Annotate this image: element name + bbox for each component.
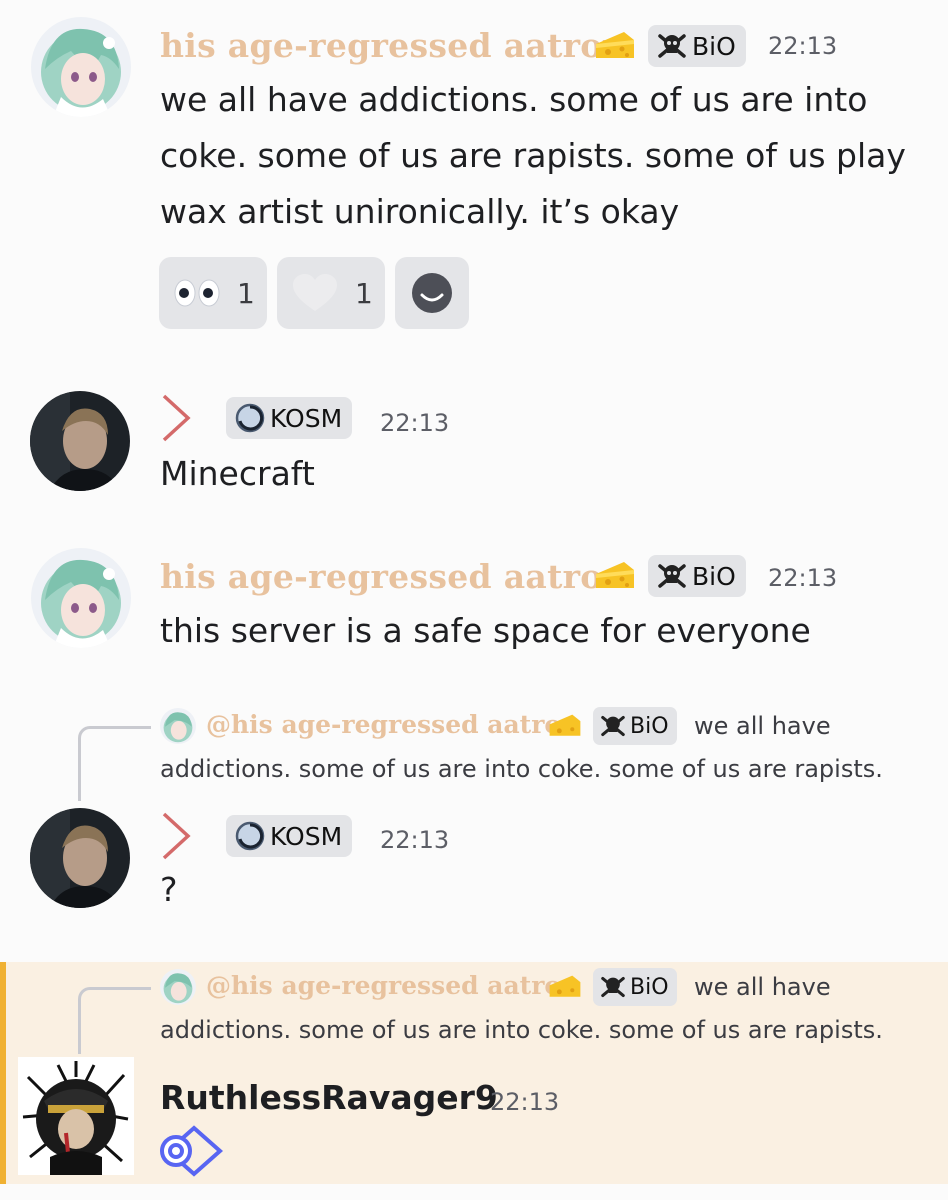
avatar[interactable]: [30, 808, 130, 908]
cheese-icon: [594, 560, 636, 592]
cheese-icon: [548, 713, 582, 739]
reply-preview-text[interactable]: we all have: [694, 966, 831, 1008]
role-badge[interactable]: KOSM: [226, 397, 353, 439]
role-badge[interactable]: BiO: [648, 25, 746, 67]
reply-connector: [78, 987, 151, 1054]
message-text: ?: [160, 870, 178, 909]
skull-icon: [601, 715, 625, 737]
reply-author[interactable]: @his age-regressed aatrox: [206, 971, 576, 1000]
mention-highlight-bar: [0, 962, 6, 1184]
reaction-count: 1: [237, 276, 255, 310]
eyes-emoji-icon: [174, 279, 220, 307]
reaction-eyes[interactable]: 1: [159, 257, 267, 329]
message-text: we all have addictions. some of us are i…: [160, 80, 906, 231]
message-timestamp: 22:13: [768, 564, 838, 592]
avatar[interactable]: [30, 391, 130, 491]
message-text: Minecraft: [160, 454, 315, 493]
reaction-count: 1: [355, 276, 373, 310]
avatar[interactable]: [31, 548, 131, 648]
skull-icon: [601, 976, 625, 998]
reply-preview-text[interactable]: addictions. some of us are into coke. so…: [160, 748, 883, 790]
role-badge[interactable]: KOSM: [226, 815, 353, 857]
smiley-add-reaction-icon: [412, 273, 452, 313]
skull-icon: [658, 564, 686, 588]
message-text: this server is a safe space for everyone: [160, 611, 811, 650]
message-timestamp: 22:13: [380, 409, 450, 437]
skull-icon: [658, 34, 686, 58]
message-author[interactable]: RuthlessRavager9: [160, 1078, 498, 1117]
circle-sigil-icon: [235, 403, 265, 433]
message-author[interactable]: his age-regressed aatrox: [160, 26, 623, 65]
heart-emoji-icon: [293, 274, 337, 311]
chevron-right-icon: [162, 394, 191, 442]
message-timestamp: 22:13: [768, 32, 838, 60]
chevron-right-icon: [162, 812, 191, 860]
reaction-heart[interactable]: 1: [277, 257, 385, 329]
role-badge[interactable]: BiO: [593, 968, 677, 1006]
avatar[interactable]: [31, 17, 131, 117]
reply-author[interactable]: @his age-regressed aatrox: [206, 710, 576, 739]
reply-avatar[interactable]: [160, 969, 196, 1005]
reply-preview-text[interactable]: addictions. some of us are into coke. so…: [160, 1009, 883, 1051]
message-timestamp: 22:13: [380, 826, 450, 854]
circle-sigil-icon: [235, 821, 265, 851]
add-reaction-button[interactable]: [395, 257, 469, 329]
avatar[interactable]: [18, 1057, 134, 1175]
sticker-image[interactable]: [158, 1124, 224, 1178]
cheese-icon: [548, 974, 582, 1000]
role-badge[interactable]: BiO: [593, 707, 677, 745]
reply-avatar[interactable]: [160, 708, 196, 744]
role-badge[interactable]: BiO: [648, 555, 746, 597]
reply-connector: [78, 726, 151, 801]
message-author[interactable]: his age-regressed aatrox: [160, 557, 623, 596]
cheese-icon: [594, 30, 636, 62]
message-timestamp: 22:13: [490, 1088, 560, 1116]
reply-preview-text[interactable]: we all have: [694, 705, 831, 747]
